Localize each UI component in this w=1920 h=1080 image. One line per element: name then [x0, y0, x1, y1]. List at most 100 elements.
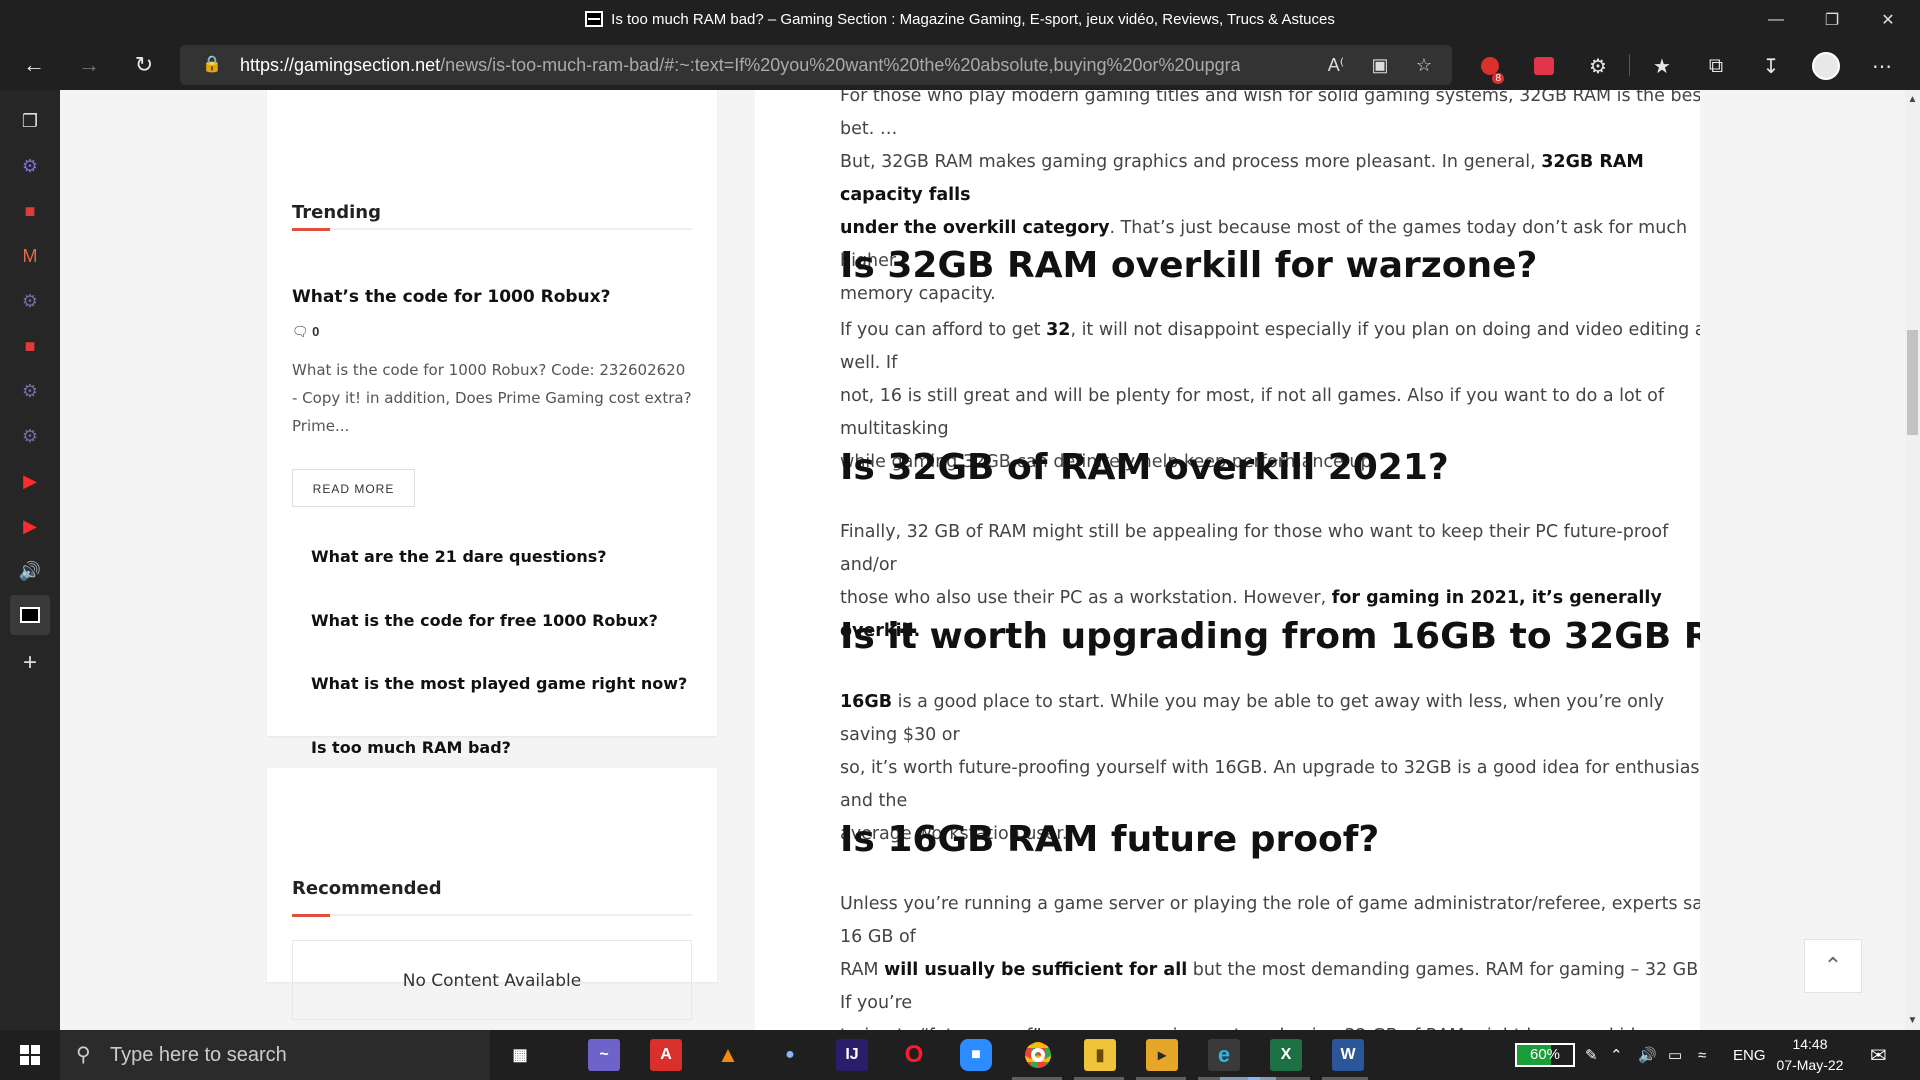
taskbar-search-box[interactable]: ⚲ Type here to search [60, 1030, 490, 1080]
article-heading: Is 16GB RAM future proof? [840, 819, 1380, 860]
url-path: /news/is-too-much-ram-bad/#:~:text=If%20… [440, 55, 1240, 75]
article-paragraph: Unless you’re running a game server or p… [840, 894, 1700, 1030]
excel-icon[interactable]: X [1270, 1039, 1302, 1071]
article-heading: Is 32GB RAM overkill for warzone? [840, 245, 1538, 286]
minimize-icon[interactable]: — [1748, 0, 1804, 40]
sidebar-app-2-icon[interactable]: ⚙ [14, 285, 46, 317]
window-titlebar: Is too much RAM bad? – Gaming Section : … [0, 0, 1920, 40]
language-indicator[interactable]: ENG [1733, 1030, 1766, 1080]
back-to-top-button[interactable]: ⌃ [1804, 939, 1862, 993]
intellij-icon[interactable]: IJ [836, 1039, 868, 1071]
app-puzzle-icon[interactable]: ▸ [1146, 1039, 1178, 1071]
vlc-icon[interactable]: ▲ [712, 1039, 744, 1071]
add-sidebar-icon[interactable]: + [14, 647, 46, 679]
recommended-divider [292, 914, 692, 917]
scroll-up-icon[interactable]: ▲ [1905, 94, 1920, 105]
read-more-button[interactable]: READ MORE [292, 469, 415, 507]
comment-count-value: 0 [312, 324, 320, 339]
sidebar-app-3-icon[interactable]: ⚙ [14, 375, 46, 407]
notifications-icon[interactable]: ✉ [1870, 1030, 1887, 1080]
add-favorite-icon[interactable]: ☆ [1406, 45, 1442, 85]
trending-link[interactable]: What is the most played game right now? [311, 674, 687, 693]
downloads-icon[interactable]: ↧ [1755, 50, 1787, 82]
window-title: Is too much RAM bad? – Gaming Section : … [0, 11, 1920, 28]
clock[interactable]: 14:48 07-May-22 [1765, 1034, 1855, 1076]
extension-red-icon[interactable]: 8 [1474, 50, 1506, 84]
more-menu-icon[interactable]: ⋯ [1866, 50, 1898, 82]
comment-count[interactable]: 🗨 0 [292, 324, 319, 340]
windows-start-icon[interactable] [0, 1030, 60, 1080]
clock-date: 07-May-22 [1776, 1057, 1844, 1073]
acrobat-icon[interactable]: A [650, 1039, 682, 1071]
forward-icon[interactable]: → [72, 48, 106, 82]
article-body: For those who play modern gaming titles … [755, 90, 1700, 1030]
address-bar[interactable]: 🔒 https://gamingsection.net/news/is-too-… [180, 45, 1452, 85]
article-heading: Is 32GB of RAM overkill 2021? [840, 447, 1449, 488]
task-view-icon[interactable]: ▦ [504, 1039, 536, 1071]
volume-icon[interactable]: 🔊 [1638, 1030, 1657, 1080]
trending-featured-heading[interactable]: What’s the code for 1000 Robux? [292, 287, 610, 307]
read-aloud-icon[interactable]: A⁽ [1318, 45, 1354, 85]
extension-badge: 8 [1492, 73, 1504, 84]
recommended-widget: Recommended No Content Available [267, 768, 717, 1020]
immersive-reader-icon[interactable]: ▣ [1362, 45, 1398, 85]
speaker-icon[interactable]: 🔊 [14, 555, 46, 587]
recommended-title: Recommended [292, 878, 442, 899]
trending-link[interactable]: What is the code for free 1000 Robux? [311, 611, 658, 630]
windows-taskbar: ⚲ Type here to search ▦ ~ A ▲ ● IJ O ■ ▮… [0, 1030, 1920, 1080]
scrollbar-thumb[interactable] [1907, 330, 1918, 435]
chevron-up-tray-icon[interactable]: ⌃ [1610, 1030, 1623, 1080]
site-favicon-icon [585, 11, 604, 27]
comment-icon: 🗨 [292, 324, 309, 339]
clock-time: 14:48 [1792, 1036, 1828, 1052]
article-heading: Is it worth upgrading from 16GB to 32GB … [840, 616, 1700, 657]
pdf-2-icon[interactable]: ■ [14, 330, 46, 362]
window-title-text: Is too much RAM bad? – Gaming Section : … [611, 11, 1335, 28]
chevron-up-icon: ⌃ [1823, 953, 1843, 978]
collections-icon[interactable]: ⧉ [1700, 50, 1732, 82]
battery-tray-icon[interactable]: ▭ [1668, 1030, 1682, 1080]
search-placeholder: Type here to search [110, 1044, 287, 1066]
wifi-icon[interactable]: ≈ [1698, 1030, 1706, 1080]
sidebar-app-4-icon[interactable]: ⚙ [14, 420, 46, 452]
extensions-icon[interactable]: ⚙ [1582, 50, 1614, 82]
gmail-icon[interactable]: M [14, 240, 46, 272]
battery-indicator[interactable]: 60% [1515, 1043, 1575, 1067]
zoom-icon[interactable]: ■ [960, 1039, 992, 1071]
close-icon[interactable]: ✕ [1860, 0, 1916, 40]
sidebar-app-1-icon[interactable]: ⚙ [14, 150, 46, 182]
trending-divider [292, 228, 692, 231]
pocket-icon[interactable] [1528, 50, 1560, 82]
browser-sidebar: ❐ ⚙ ■ M ⚙ ■ ⚙ ⚙ ▶ ▶ 🔊 + [0, 90, 60, 1030]
trending-title: Trending [292, 202, 381, 223]
trending-excerpt: What is the code for 1000 Robux? Code: 2… [292, 361, 692, 435]
browser-toolbar: ← → ↻ 🔒 https://gamingsection.net/news/i… [0, 40, 1920, 90]
file-explorer-icon[interactable]: ▮ [1084, 1039, 1116, 1071]
pdf-icon[interactable]: ■ [14, 195, 46, 227]
edge-icon[interactable]: e [1208, 1039, 1240, 1071]
opera-icon[interactable]: O [898, 1039, 930, 1071]
back-icon[interactable]: ← [17, 48, 51, 82]
url-text[interactable]: https://gamingsection.net/news/is-too-mu… [240, 45, 1240, 85]
chrome-icon[interactable] [1022, 1039, 1054, 1071]
app-elephant-icon[interactable]: ● [774, 1039, 806, 1071]
lock-icon[interactable]: 🔒 [202, 45, 222, 85]
refresh-icon[interactable]: ↻ [127, 48, 161, 82]
profile-avatar[interactable] [1810, 50, 1842, 82]
tab-actions-icon[interactable]: ❐ [14, 105, 46, 137]
trending-link[interactable]: What are the 21 dare questions? [311, 547, 607, 566]
youtube-icon[interactable]: ▶ [14, 465, 46, 497]
search-icon: ⚲ [76, 1044, 91, 1066]
no-content-message: No Content Available [292, 940, 692, 1020]
favorites-icon[interactable]: ★ [1646, 50, 1678, 82]
word-icon[interactable]: W [1332, 1039, 1364, 1071]
pen-icon[interactable]: ✎ [1585, 1030, 1598, 1080]
trending-link[interactable]: Is too much RAM bad? [311, 738, 511, 757]
youtube-2-icon[interactable]: ▶ [14, 510, 46, 542]
scroll-down-icon[interactable]: ▼ [1905, 1015, 1920, 1026]
page-scrollbar[interactable]: ▲ ▼ [1905, 90, 1920, 1030]
restore-icon[interactable]: ❐ [1804, 0, 1860, 40]
active-site-icon[interactable] [10, 595, 50, 635]
page-content: Trending What’s the code for 1000 Robux?… [60, 90, 1905, 1030]
app-monitor-icon[interactable]: ~ [588, 1039, 620, 1071]
